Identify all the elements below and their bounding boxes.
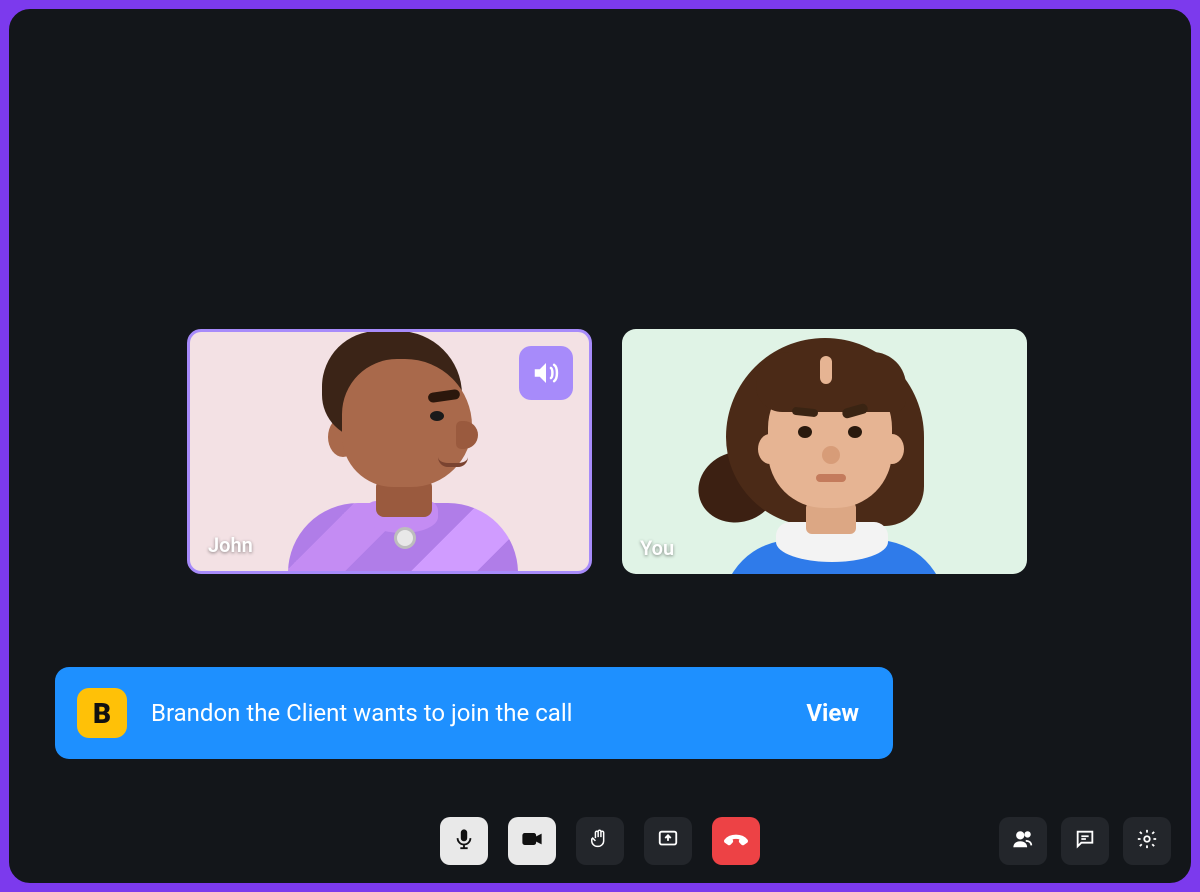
participant-name-label: You	[640, 536, 674, 560]
microphone-button[interactable]	[440, 817, 488, 865]
control-bar	[9, 815, 1191, 867]
center-controls	[440, 817, 760, 865]
end-call-icon	[723, 826, 749, 856]
end-call-button[interactable]	[712, 817, 760, 865]
requester-avatar: B	[77, 688, 127, 738]
participant-tile-john[interactable]: John	[187, 329, 592, 574]
participants-icon	[1012, 828, 1034, 854]
share-screen-button[interactable]	[644, 817, 692, 865]
participants-button[interactable]	[999, 817, 1047, 865]
share-screen-icon	[657, 828, 679, 854]
join-request-message: Brandon the Client wants to join the cal…	[151, 699, 782, 727]
raise-hand-icon	[589, 828, 611, 854]
camera-button[interactable]	[508, 817, 556, 865]
participant-name-label: John	[208, 533, 253, 557]
chat-icon	[1074, 828, 1096, 854]
avatar	[280, 329, 520, 574]
speaking-indicator-icon	[519, 346, 573, 400]
camera-icon	[521, 828, 543, 854]
raise-hand-button[interactable]	[576, 817, 624, 865]
call-window: John You B Brand	[6, 6, 1194, 886]
view-request-button[interactable]: View	[806, 699, 859, 727]
microphone-icon	[453, 828, 475, 854]
right-controls	[999, 817, 1171, 865]
participant-tile-you[interactable]: You	[622, 329, 1027, 574]
video-grid: John You	[187, 329, 1027, 574]
avatar	[702, 329, 962, 574]
settings-button[interactable]	[1123, 817, 1171, 865]
chat-button[interactable]	[1061, 817, 1109, 865]
gear-icon	[1136, 828, 1158, 854]
join-request-banner: B Brandon the Client wants to join the c…	[55, 667, 893, 759]
requester-initial: B	[93, 697, 111, 730]
